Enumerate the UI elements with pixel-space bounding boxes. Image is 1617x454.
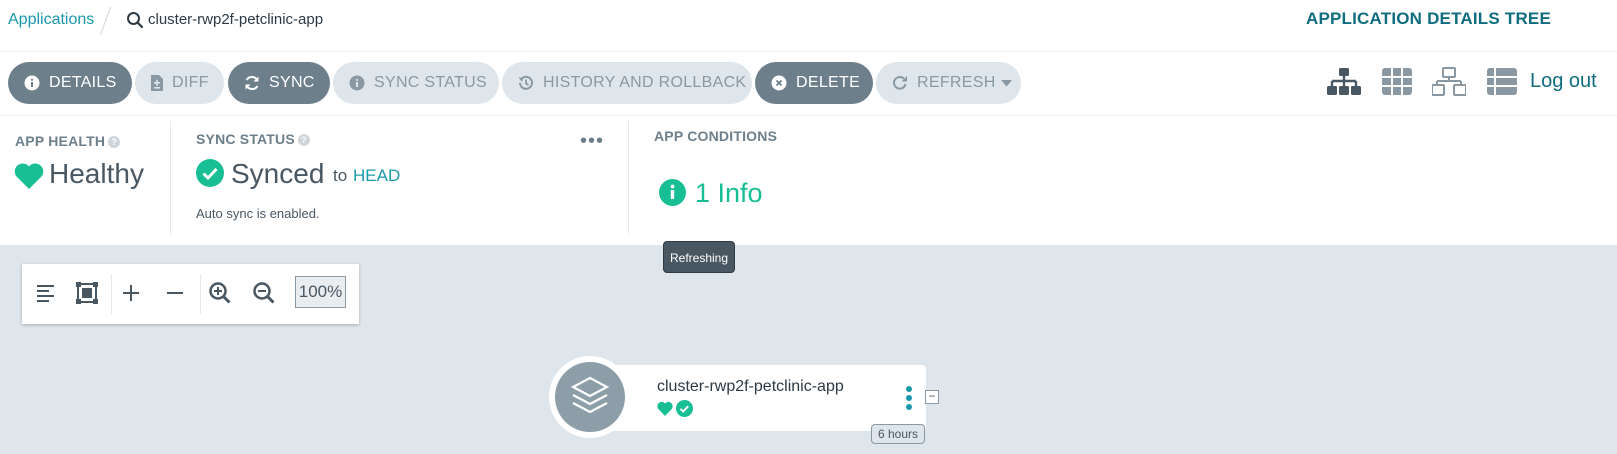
zoom-level-display: 100% xyxy=(295,276,346,308)
fit-to-screen-icon[interactable] xyxy=(75,281,99,305)
help-icon[interactable]: ? xyxy=(297,134,310,146)
list-view-icon[interactable] xyxy=(1485,67,1519,97)
breadcrumb-applications-link[interactable]: Applications xyxy=(8,11,94,29)
tree-view-icon[interactable] xyxy=(1327,67,1361,97)
info-circle-icon xyxy=(24,75,40,91)
sync-button[interactable]: SYNC xyxy=(228,62,330,104)
app-node-card[interactable] xyxy=(590,365,926,431)
details-button[interactable]: DETAILS xyxy=(8,62,132,104)
check-circle-icon xyxy=(196,159,224,187)
history-rollback-button[interactable]: HISTORY AND ROLLBACK xyxy=(502,62,752,104)
collapse-icon[interactable] xyxy=(163,281,187,305)
breadcrumb-current-app[interactable]: cluster-rwp2f-petclinic-app xyxy=(148,11,323,28)
details-label: DETAILS xyxy=(49,74,117,91)
logout-link[interactable]: Log out xyxy=(1530,70,1597,93)
info-circle-icon xyxy=(349,75,365,91)
sync-to-text: to xyxy=(333,166,348,185)
redo-icon xyxy=(893,76,907,90)
graph-controls: 100% xyxy=(22,264,359,324)
node-collapse-button[interactable]: − xyxy=(925,390,939,404)
refresh-button[interactable]: REFRESH xyxy=(876,62,1021,104)
more-options-icon[interactable]: ••• xyxy=(580,131,604,151)
heart-icon xyxy=(657,401,673,416)
help-icon[interactable]: ? xyxy=(108,136,121,148)
zoom-in-icon[interactable] xyxy=(208,281,232,305)
section-divider xyxy=(170,121,171,235)
sync-status-button[interactable]: SYNC STATUS xyxy=(333,62,499,104)
auto-sync-text: Auto sync is enabled. xyxy=(196,206,320,221)
section-divider xyxy=(628,121,629,235)
app-health-value: Healthy xyxy=(49,158,144,189)
revision-link[interactable]: HEAD xyxy=(353,166,400,186)
search-icon[interactable] xyxy=(126,11,144,29)
refreshing-tooltip: Refreshing xyxy=(663,241,735,273)
page-title: APPLICATION DETAILS TREE xyxy=(1305,9,1551,28)
top-bar: Applications cluster-rwp2f-petclinic-app… xyxy=(0,0,1617,52)
refresh-label: REFRESH xyxy=(917,74,996,91)
pods-grid-view-icon[interactable] xyxy=(1380,67,1414,97)
app-health-heading: APP HEALTH? xyxy=(15,133,121,149)
delete-button[interactable]: DELETE xyxy=(755,62,873,104)
sync-status-heading: SYNC STATUS? xyxy=(196,131,310,147)
node-age-badge: 6 hours xyxy=(871,424,925,444)
sync-icon xyxy=(245,75,259,91)
caret-down-icon[interactable] xyxy=(1000,79,1012,87)
zoom-out-icon[interactable] xyxy=(252,281,276,305)
app-node-name: cluster-rwp2f-petclinic-app xyxy=(657,378,844,395)
layers-icon xyxy=(571,376,609,414)
history-label: HISTORY AND ROLLBACK xyxy=(543,74,747,91)
delete-label: DELETE xyxy=(796,74,861,91)
sync-label: SYNC xyxy=(269,74,315,91)
check-circle-icon xyxy=(676,400,693,417)
info-circle-icon xyxy=(659,179,686,206)
node-menu-icon[interactable] xyxy=(905,385,913,411)
sync-status-value: Synced xyxy=(231,158,325,189)
network-view-icon[interactable] xyxy=(1432,67,1466,97)
breadcrumb-separator xyxy=(99,6,112,36)
app-conditions-heading: APP CONDITIONS xyxy=(654,128,778,144)
times-circle-icon xyxy=(771,75,787,91)
toolbar: DETAILS DIFF SYNC SYNC STATUS HISTORY AN… xyxy=(0,52,1617,116)
diff-label: DIFF xyxy=(172,74,209,91)
controls-divider xyxy=(200,274,201,314)
align-left-icon[interactable] xyxy=(34,281,58,305)
diff-button[interactable]: DIFF xyxy=(135,62,224,104)
expand-icon[interactable] xyxy=(119,281,143,305)
sync-status-label: SYNC STATUS xyxy=(374,74,487,91)
history-icon xyxy=(518,75,533,90)
controls-divider xyxy=(111,274,112,314)
app-conditions-count[interactable]: 1 Info xyxy=(695,178,763,209)
heart-icon xyxy=(14,163,44,189)
file-diff-icon xyxy=(151,75,163,91)
app-node-icon-circle[interactable] xyxy=(549,356,631,438)
